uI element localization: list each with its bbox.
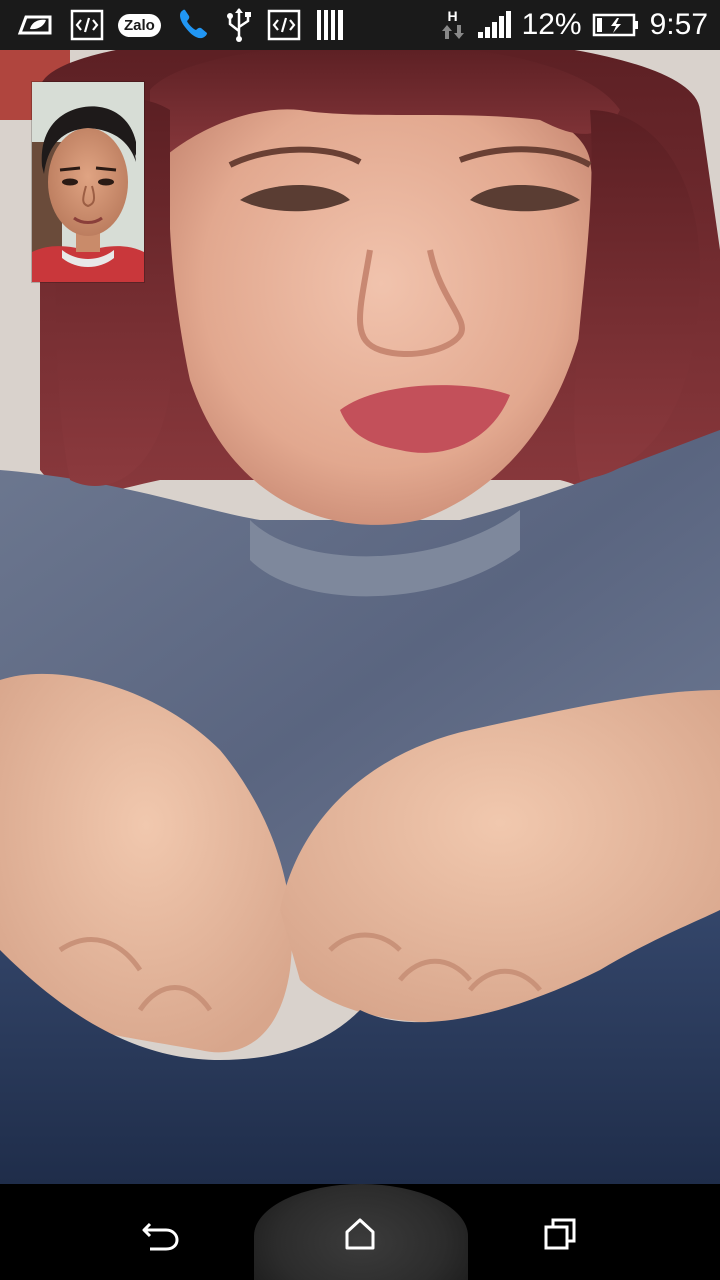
battery-percent: 12% — [521, 8, 582, 41]
navigation-bar — [0, 1184, 720, 1280]
home-button[interactable] — [336, 1210, 384, 1258]
battery-charging-icon — [592, 7, 640, 43]
usb-icon — [225, 7, 253, 43]
self-camera-preview[interactable] — [32, 82, 144, 282]
code-icon — [267, 7, 301, 43]
zalo-label: Zalo — [118, 13, 161, 37]
network-type-indicator: H — [440, 9, 466, 41]
home-icon — [345, 1218, 375, 1250]
video-call-screen: Zalo H 12% 9:57 — [0, 0, 720, 1280]
back-button[interactable] — [136, 1210, 184, 1258]
barcode-icon — [315, 7, 345, 43]
back-icon — [142, 1222, 179, 1251]
recents-button[interactable] — [536, 1210, 584, 1258]
recents-icon — [544, 1218, 576, 1250]
zalo-icon: Zalo — [118, 7, 161, 43]
system-indicators: H 12% 9:57 — [440, 7, 708, 43]
signal-bars-icon — [476, 7, 512, 43]
clock-time: 9:57 — [649, 8, 708, 41]
status-bar: Zalo H 12% 9:57 — [0, 0, 720, 50]
network-type-label: H — [447, 8, 458, 24]
cleaner-icon — [14, 7, 56, 43]
phone-call-icon — [175, 7, 211, 43]
code-icon — [70, 7, 104, 43]
data-activity-icon — [441, 25, 464, 39]
notification-icons: Zalo — [14, 7, 345, 43]
